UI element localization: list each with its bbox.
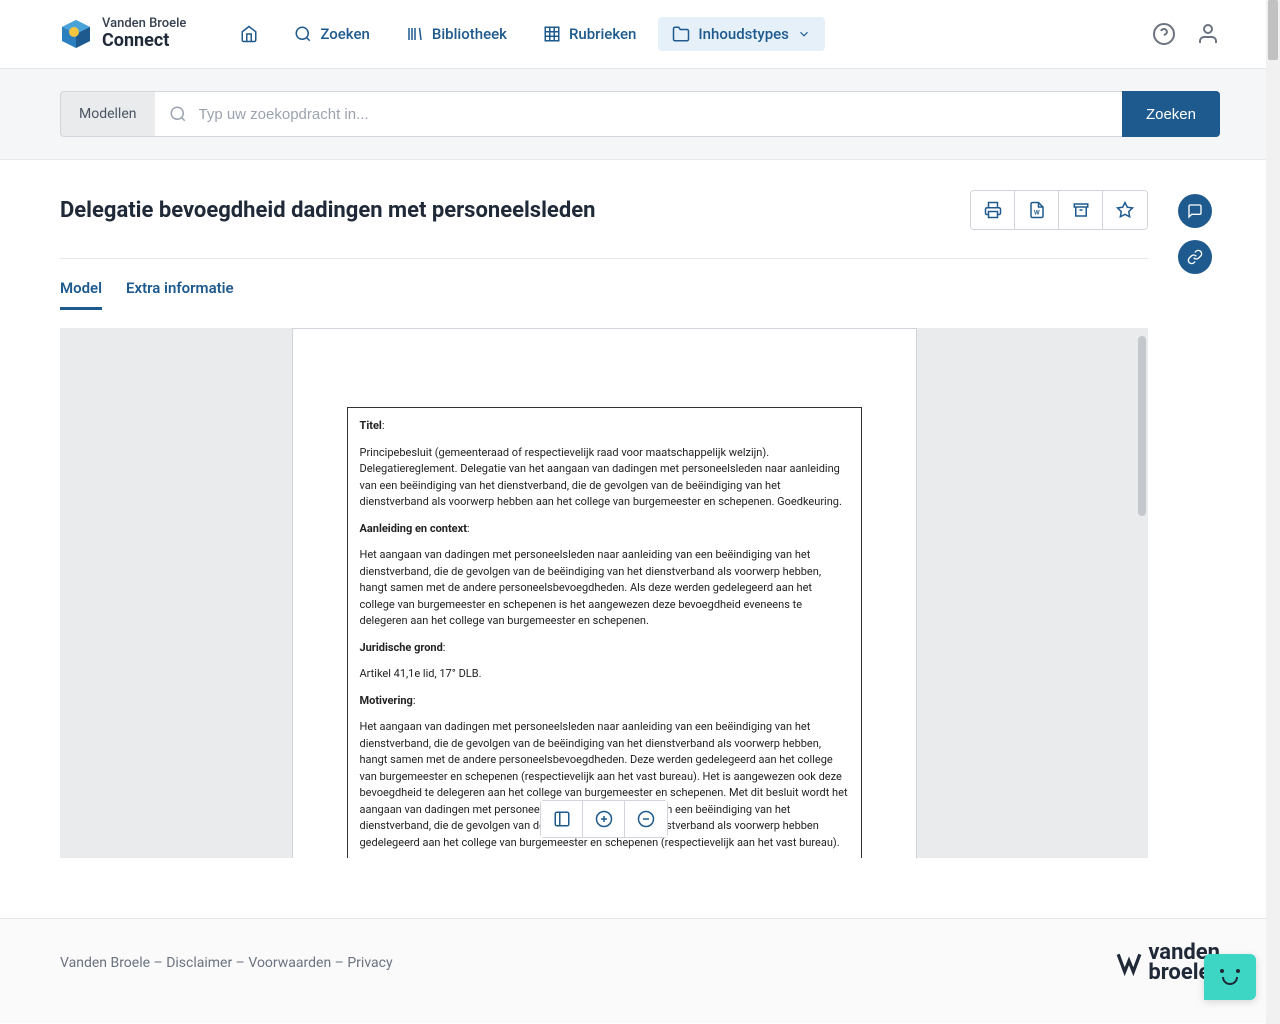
svg-text:W: W bbox=[1034, 211, 1040, 217]
logo[interactable]: Vanden Broele Connect bbox=[60, 17, 186, 51]
user-icon[interactable] bbox=[1196, 22, 1220, 46]
viewer-controls bbox=[540, 800, 668, 838]
doc-juridisch-label: Juridische grond bbox=[360, 641, 443, 654]
footer-company[interactable]: Vanden Broele bbox=[60, 955, 150, 971]
favorite-button[interactable] bbox=[1103, 191, 1147, 229]
archive-button[interactable] bbox=[1059, 191, 1103, 229]
grid-icon bbox=[543, 25, 561, 43]
print-icon bbox=[984, 201, 1002, 219]
doc-titel-body: Principebesluit (gemeenteraad of respect… bbox=[360, 445, 849, 511]
doc-juridisch-body: Artikel 41,1e lid, 17° DLB. bbox=[360, 666, 849, 683]
minus-icon bbox=[637, 810, 655, 828]
document-viewer: Titel: Principebesluit (gemeenteraad of … bbox=[60, 328, 1148, 858]
chevron-down-icon bbox=[797, 27, 811, 41]
panel-icon bbox=[553, 810, 571, 828]
nav-bibliotheek-label: Bibliotheek bbox=[432, 25, 507, 43]
chat-icon bbox=[1187, 203, 1203, 219]
link-icon bbox=[1187, 249, 1203, 265]
nav-zoeken-label: Zoeken bbox=[320, 25, 370, 43]
nav-zoeken[interactable]: Zoeken bbox=[280, 17, 384, 51]
vb-logo-icon bbox=[1116, 950, 1142, 976]
help-icon[interactable] bbox=[1152, 22, 1176, 46]
divider bbox=[60, 258, 1148, 259]
nav-bibliotheek[interactable]: Bibliotheek bbox=[392, 17, 521, 51]
tab-bar: Model Extra informatie bbox=[60, 279, 1148, 310]
side-rail bbox=[1178, 190, 1220, 858]
tab-extra-informatie[interactable]: Extra informatie bbox=[126, 279, 234, 310]
footer-voorwaarden[interactable]: Voorwaarden bbox=[248, 955, 331, 971]
doc-aanleiding-body: Het aangaan van dadingen met personeelsl… bbox=[360, 547, 849, 630]
footer-privacy[interactable]: Privacy bbox=[347, 955, 392, 971]
panel-toggle-button[interactable] bbox=[541, 801, 583, 837]
footer-disclaimer[interactable]: Disclaimer bbox=[166, 955, 232, 971]
search-scope-label[interactable]: Modellen bbox=[60, 91, 155, 137]
nav-inhoudstypes-label: Inhoudstypes bbox=[698, 25, 788, 43]
library-icon bbox=[406, 25, 424, 43]
search-icon bbox=[294, 25, 312, 43]
nav-rubrieken[interactable]: Rubrieken bbox=[529, 17, 650, 51]
doc-aanleiding-label: Aanleiding en context bbox=[360, 522, 467, 535]
product-name: Connect bbox=[102, 31, 186, 51]
feedback-button[interactable] bbox=[1178, 194, 1212, 228]
app-header: Vanden Broele Connect Zoeken Bibliotheek… bbox=[0, 0, 1280, 69]
doc-titel-label: Titel bbox=[360, 419, 382, 432]
zoom-in-button[interactable] bbox=[583, 801, 625, 837]
page-scrollbar[interactable] bbox=[1266, 0, 1280, 1024]
footer-links: Vanden Broele – Disclaimer – Voorwaarden… bbox=[60, 955, 393, 971]
search-button[interactable]: Zoeken bbox=[1122, 91, 1220, 137]
nav-inhoudstypes[interactable]: Inhoudstypes bbox=[658, 17, 824, 51]
nav-rubrieken-label: Rubrieken bbox=[569, 25, 636, 43]
chat-face-icon bbox=[1218, 969, 1242, 985]
word-icon: W bbox=[1028, 201, 1046, 219]
word-download-button[interactable]: W bbox=[1015, 191, 1059, 229]
document-page: Titel: Principebesluit (gemeenteraad of … bbox=[292, 328, 917, 858]
document-toolbar: W bbox=[970, 190, 1148, 230]
brand-name: Vanden Broele bbox=[102, 17, 186, 31]
folder-icon bbox=[672, 25, 690, 43]
chat-widget[interactable] bbox=[1204, 954, 1256, 1000]
home-icon bbox=[240, 25, 258, 43]
zoom-out-button[interactable] bbox=[625, 801, 667, 837]
nav-home[interactable] bbox=[226, 17, 272, 51]
footer: Vanden Broele – Disclaimer – Voorwaarden… bbox=[0, 918, 1280, 1023]
logo-icon bbox=[60, 18, 92, 50]
viewer-scrollbar[interactable] bbox=[1138, 336, 1146, 516]
page-title: Delegatie bevoegdheid dadingen met perso… bbox=[60, 198, 595, 223]
search-bar: Modellen Zoeken bbox=[0, 69, 1280, 160]
tab-model[interactable]: Model bbox=[60, 279, 102, 310]
search-icon bbox=[169, 105, 187, 123]
doc-motivering-label: Motivering bbox=[360, 694, 413, 707]
search-input[interactable] bbox=[155, 92, 1122, 136]
print-button[interactable] bbox=[971, 191, 1015, 229]
plus-icon bbox=[595, 810, 613, 828]
star-icon bbox=[1116, 201, 1134, 219]
share-link-button[interactable] bbox=[1178, 240, 1212, 274]
archive-icon bbox=[1072, 201, 1090, 219]
main-nav: Zoeken Bibliotheek Rubrieken Inhoudstype… bbox=[226, 17, 825, 51]
